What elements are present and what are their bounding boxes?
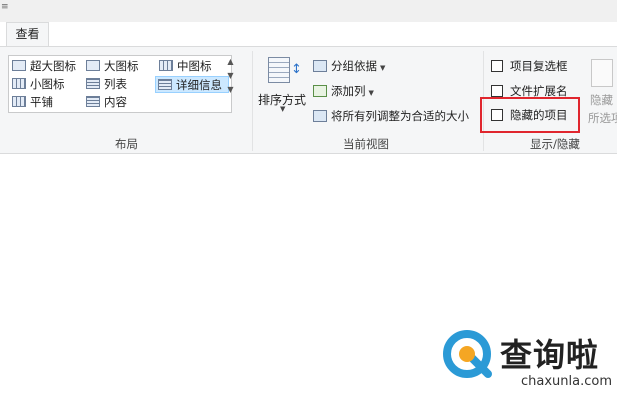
layout-content[interactable]: 内容 (86, 94, 127, 111)
gallery-more-icon[interactable]: ▼ (224, 83, 237, 97)
show-hide-group-label: 显示/隐藏 (530, 137, 580, 151)
layout-tiles[interactable]: 平铺 (12, 94, 53, 111)
current-view-group-label: 当前视图 (343, 137, 389, 151)
layout-extra-large-icons[interactable]: 超大图标 (12, 58, 76, 75)
file-extensions-checkbox[interactable] (491, 85, 503, 97)
sort-by-icon (268, 57, 290, 83)
hide-selected-label[interactable]: 隐藏 (590, 92, 613, 108)
item-checkboxes-checkbox[interactable] (491, 60, 503, 72)
list-icon (86, 78, 100, 89)
size-all-columns-button[interactable]: 将所有列调整为合适的大小 (313, 107, 469, 125)
extra-large-icons-icon (12, 60, 26, 71)
small-icons-icon (12, 78, 26, 89)
group-by-button[interactable]: 分组依据 ▼ (313, 57, 385, 75)
tiles-icon (12, 96, 26, 107)
item-checkboxes-toggle[interactable]: 项目复选框 (491, 57, 568, 75)
window-top-strip: ≡ (0, 0, 617, 22)
layout-medium-icons[interactable]: 中图标 (159, 58, 212, 75)
size-columns-icon (313, 110, 327, 122)
layout-list[interactable]: 列表 (86, 76, 127, 93)
sort-by-chevron-down-icon: ▼ (280, 105, 286, 113)
watermark-title: 查询啦 (500, 336, 600, 374)
add-column-chevron-down-icon: ▼ (368, 89, 374, 97)
large-icons-icon (86, 60, 100, 71)
group-by-icon (313, 60, 327, 72)
layout-gallery: 超大图标 大图标 中图标 小图标 列表 详细信息 平铺 内容 (8, 55, 232, 113)
layout-large-icons[interactable]: 大图标 (86, 58, 139, 75)
chaxunla-logo-icon (443, 330, 492, 378)
tab-view[interactable]: 查看 (6, 22, 49, 46)
hide-selected-sublabel: 所选项目 (588, 111, 617, 125)
add-column-icon (313, 85, 327, 97)
group-by-chevron-down-icon: ▼ (380, 64, 386, 72)
window-edge-mark: ≡ (1, 2, 9, 12)
hidden-items-highlight-box (480, 97, 580, 133)
group-separator (252, 51, 253, 151)
gallery-scroll-down-icon[interactable]: ▼ (224, 69, 237, 83)
layout-gallery-scroller: ▲ ▼ ▼ (224, 55, 237, 113)
layout-group-label: 布局 (115, 137, 138, 151)
layout-small-icons[interactable]: 小图标 (12, 76, 65, 93)
add-column-button[interactable]: 添加列 ▼ (313, 82, 374, 100)
sort-arrow-icon: ↕ (291, 62, 302, 77)
medium-icons-icon (159, 60, 173, 71)
gallery-scroll-up-icon[interactable]: ▲ (224, 55, 237, 69)
content-icon (86, 96, 100, 107)
details-icon (158, 79, 172, 90)
watermark-url: chaxunla.com (521, 374, 612, 389)
hide-selected-items-icon (591, 59, 613, 87)
layout-details[interactable]: 详细信息 (155, 76, 229, 93)
